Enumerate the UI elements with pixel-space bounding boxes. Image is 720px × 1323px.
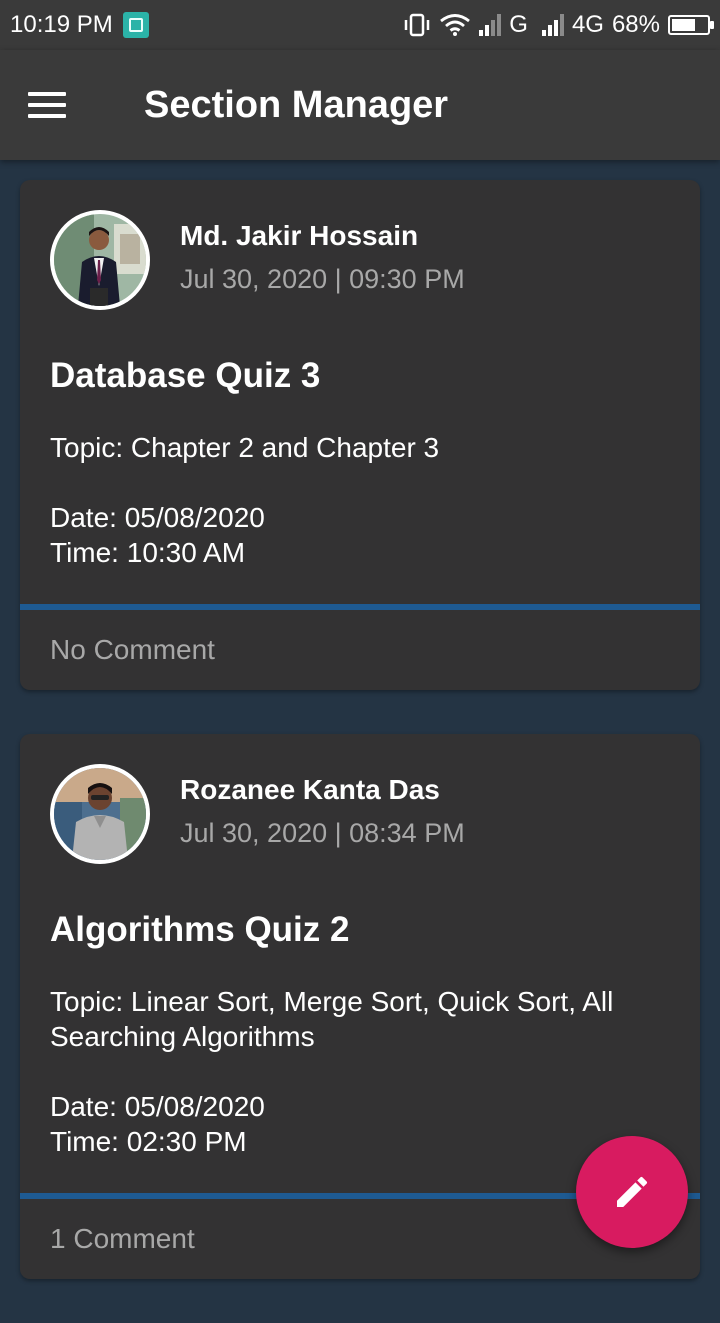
- signal-strength-2-icon: [541, 14, 564, 36]
- post-quiz-date: Date: 05/08/2020: [50, 502, 265, 533]
- post-date: Jul 30, 2020 | 08:34 PM: [180, 817, 465, 848]
- author-name: Md. Jakir Hossain: [180, 219, 419, 251]
- page-title: Section Manager: [144, 83, 449, 126]
- edit-fab-button[interactable]: [576, 1136, 688, 1248]
- post-topic: Topic: Linear Sort, Merge Sort, Quick So…: [50, 986, 614, 1052]
- avatar[interactable]: [50, 764, 150, 864]
- post-title: Database Quiz 3: [50, 356, 321, 395]
- post-quiz-time: Time: 10:30 AM: [50, 537, 246, 568]
- status-bar: 10:19 PM G 4G 68%: [0, 0, 720, 50]
- app-bar: Section Manager: [0, 50, 720, 160]
- post-quiz-date: Date: 05/08/2020: [50, 1091, 265, 1122]
- network-type-label: G: [509, 11, 528, 38]
- avatar-photo: [54, 768, 146, 860]
- pencil-icon: [617, 1176, 648, 1207]
- wifi-icon: [440, 14, 471, 36]
- battery-level: [672, 19, 696, 31]
- post-title: Algorithms Quiz 2: [50, 910, 350, 949]
- hamburger-menu-icon[interactable]: [28, 77, 84, 133]
- battery-icon: [668, 15, 714, 35]
- post-card[interactable]: Md. Jakir Hossain Jul 30, 2020 | 09:30 P…: [20, 180, 700, 690]
- avatar-photo: [54, 214, 146, 306]
- battery-percent: 68%: [611, 11, 660, 38]
- avatar[interactable]: [50, 210, 150, 310]
- vibrate-icon: [405, 13, 430, 37]
- screenshot-icon: [122, 12, 149, 38]
- post-topic: Topic: Chapter 2 and Chapter 3: [50, 432, 440, 463]
- status-time: 10:19 PM: [10, 11, 113, 38]
- post-date: Jul 30, 2020 | 09:30 PM: [180, 263, 465, 294]
- network-type-2-label: 4G: [571, 11, 604, 38]
- comment-count-link[interactable]: No Comment: [20, 610, 700, 690]
- post-quiz-time: Time: 02:30 PM: [50, 1126, 247, 1157]
- signal-strength-icon: [479, 14, 502, 36]
- author-name: Rozanee Kanta Das: [180, 773, 440, 805]
